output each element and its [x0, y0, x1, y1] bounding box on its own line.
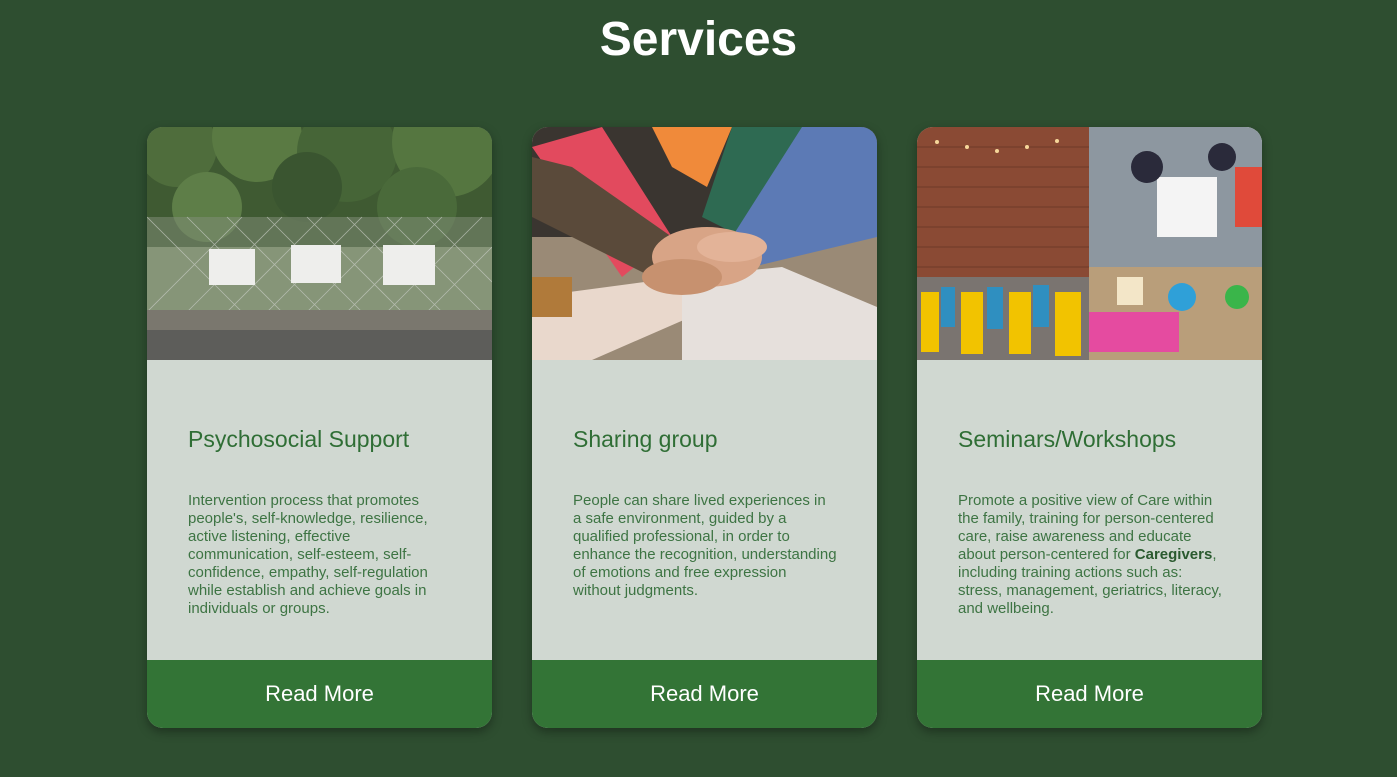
- card-image-workshop-collage: [917, 127, 1262, 360]
- card-description-bold: Caregivers: [1134, 546, 1213, 563]
- service-card-sharing-group: Sharing group People can share lived exp…: [532, 127, 877, 728]
- services-page: Services Psychosocial Support Interventi…: [0, 0, 1397, 777]
- card-description: Promote a positive view of Care within t…: [958, 492, 1223, 618]
- card-title: Psychosocial Support: [188, 426, 410, 452]
- card-description: People can share lived experiences in a …: [573, 492, 837, 599]
- service-card-psychosocial-support: Psychosocial Support Intervention proces…: [147, 127, 492, 728]
- card-image-signs-on-fence: [147, 127, 492, 360]
- card-image-stacked-hands: [532, 127, 877, 360]
- services-card-list: Psychosocial Support Intervention proces…: [147, 127, 1262, 728]
- service-card-seminars-workshops: Seminars/Workshops Promote a positive vi…: [917, 127, 1262, 728]
- card-description: Intervention process that promotes peopl…: [188, 492, 428, 617]
- card-title: Seminars/Workshops: [958, 426, 1177, 452]
- card-title: Sharing group: [573, 426, 718, 452]
- read-more-button[interactable]: Read More: [917, 660, 1262, 728]
- read-more-button[interactable]: Read More: [147, 660, 492, 728]
- section-title: Services: [599, 13, 798, 66]
- read-more-button[interactable]: Read More: [532, 660, 877, 728]
